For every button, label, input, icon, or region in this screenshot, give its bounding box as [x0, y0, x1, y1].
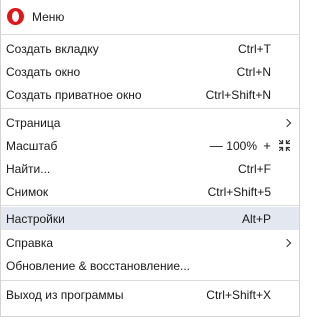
- zoom-value: 100%: [226, 138, 257, 153]
- menu-item-help[interactable]: Справка: [1, 231, 299, 254]
- menu-item-snapshot[interactable]: Снимок Ctrl+Shift+5: [1, 180, 299, 203]
- item-label: Справка: [6, 235, 54, 250]
- menu-header-label: Меню: [32, 9, 65, 24]
- item-label: Выход из программы: [6, 287, 124, 302]
- menu-item-new-tab[interactable]: Создать вкладку Ctrl+T: [1, 37, 299, 60]
- menu-item-settings[interactable]: Настройки Alt+P: [1, 207, 299, 230]
- item-shortcut: Alt+P: [241, 211, 271, 226]
- separator: [1, 280, 299, 281]
- menu-item-exit[interactable]: Выход из программы Ctrl+Shift+X: [1, 283, 299, 306]
- opera-logo-icon: [7, 8, 24, 25]
- chevron-right-icon: [282, 118, 292, 127]
- menu-item-zoom: Масштаб — 100% +: [1, 134, 299, 157]
- chevron-right-icon: [282, 238, 292, 247]
- menu-item-page[interactable]: Страница: [1, 111, 299, 134]
- item-label: Создать вкладку: [6, 41, 99, 56]
- item-shortcut: Ctrl+Shift+N: [205, 87, 271, 102]
- menu-item-find[interactable]: Найти... Ctrl+F: [1, 157, 299, 180]
- zoom-controls: — 100% +: [209, 134, 274, 157]
- menu-item-new-window[interactable]: Создать окно Ctrl+N: [1, 60, 299, 83]
- item-label: Снимок: [6, 184, 49, 199]
- opera-main-menu: Меню Создать вкладку Ctrl+T Создать окно…: [0, 0, 300, 317]
- item-shortcut: Ctrl+T: [238, 41, 271, 56]
- fullscreen-icon[interactable]: [279, 140, 290, 151]
- menu-header[interactable]: Меню: [1, 0, 299, 33]
- item-label: Настройки: [6, 211, 65, 226]
- zoom-in-button[interactable]: +: [260, 134, 274, 157]
- menu-item-private-window[interactable]: Создать приватное окно Ctrl+Shift+N: [1, 83, 299, 106]
- menu-item-update-recovery[interactable]: Обновление & восстановление...: [1, 254, 299, 277]
- separator: [1, 108, 299, 109]
- item-label: Создать окно: [6, 64, 81, 79]
- separator: [1, 205, 299, 206]
- item-shortcut: Ctrl+N: [236, 64, 271, 79]
- separator: [1, 34, 299, 35]
- item-shortcut: Ctrl+Shift+5: [207, 184, 271, 199]
- item-shortcut: Ctrl+F: [238, 161, 271, 176]
- item-label: Страница: [6, 115, 61, 130]
- item-label: Обновление & восстановление...: [6, 258, 190, 273]
- item-label: Создать приватное окно: [6, 87, 142, 102]
- item-label: Найти...: [6, 161, 51, 176]
- item-shortcut: Ctrl+Shift+X: [206, 287, 271, 302]
- zoom-out-button[interactable]: —: [209, 134, 223, 157]
